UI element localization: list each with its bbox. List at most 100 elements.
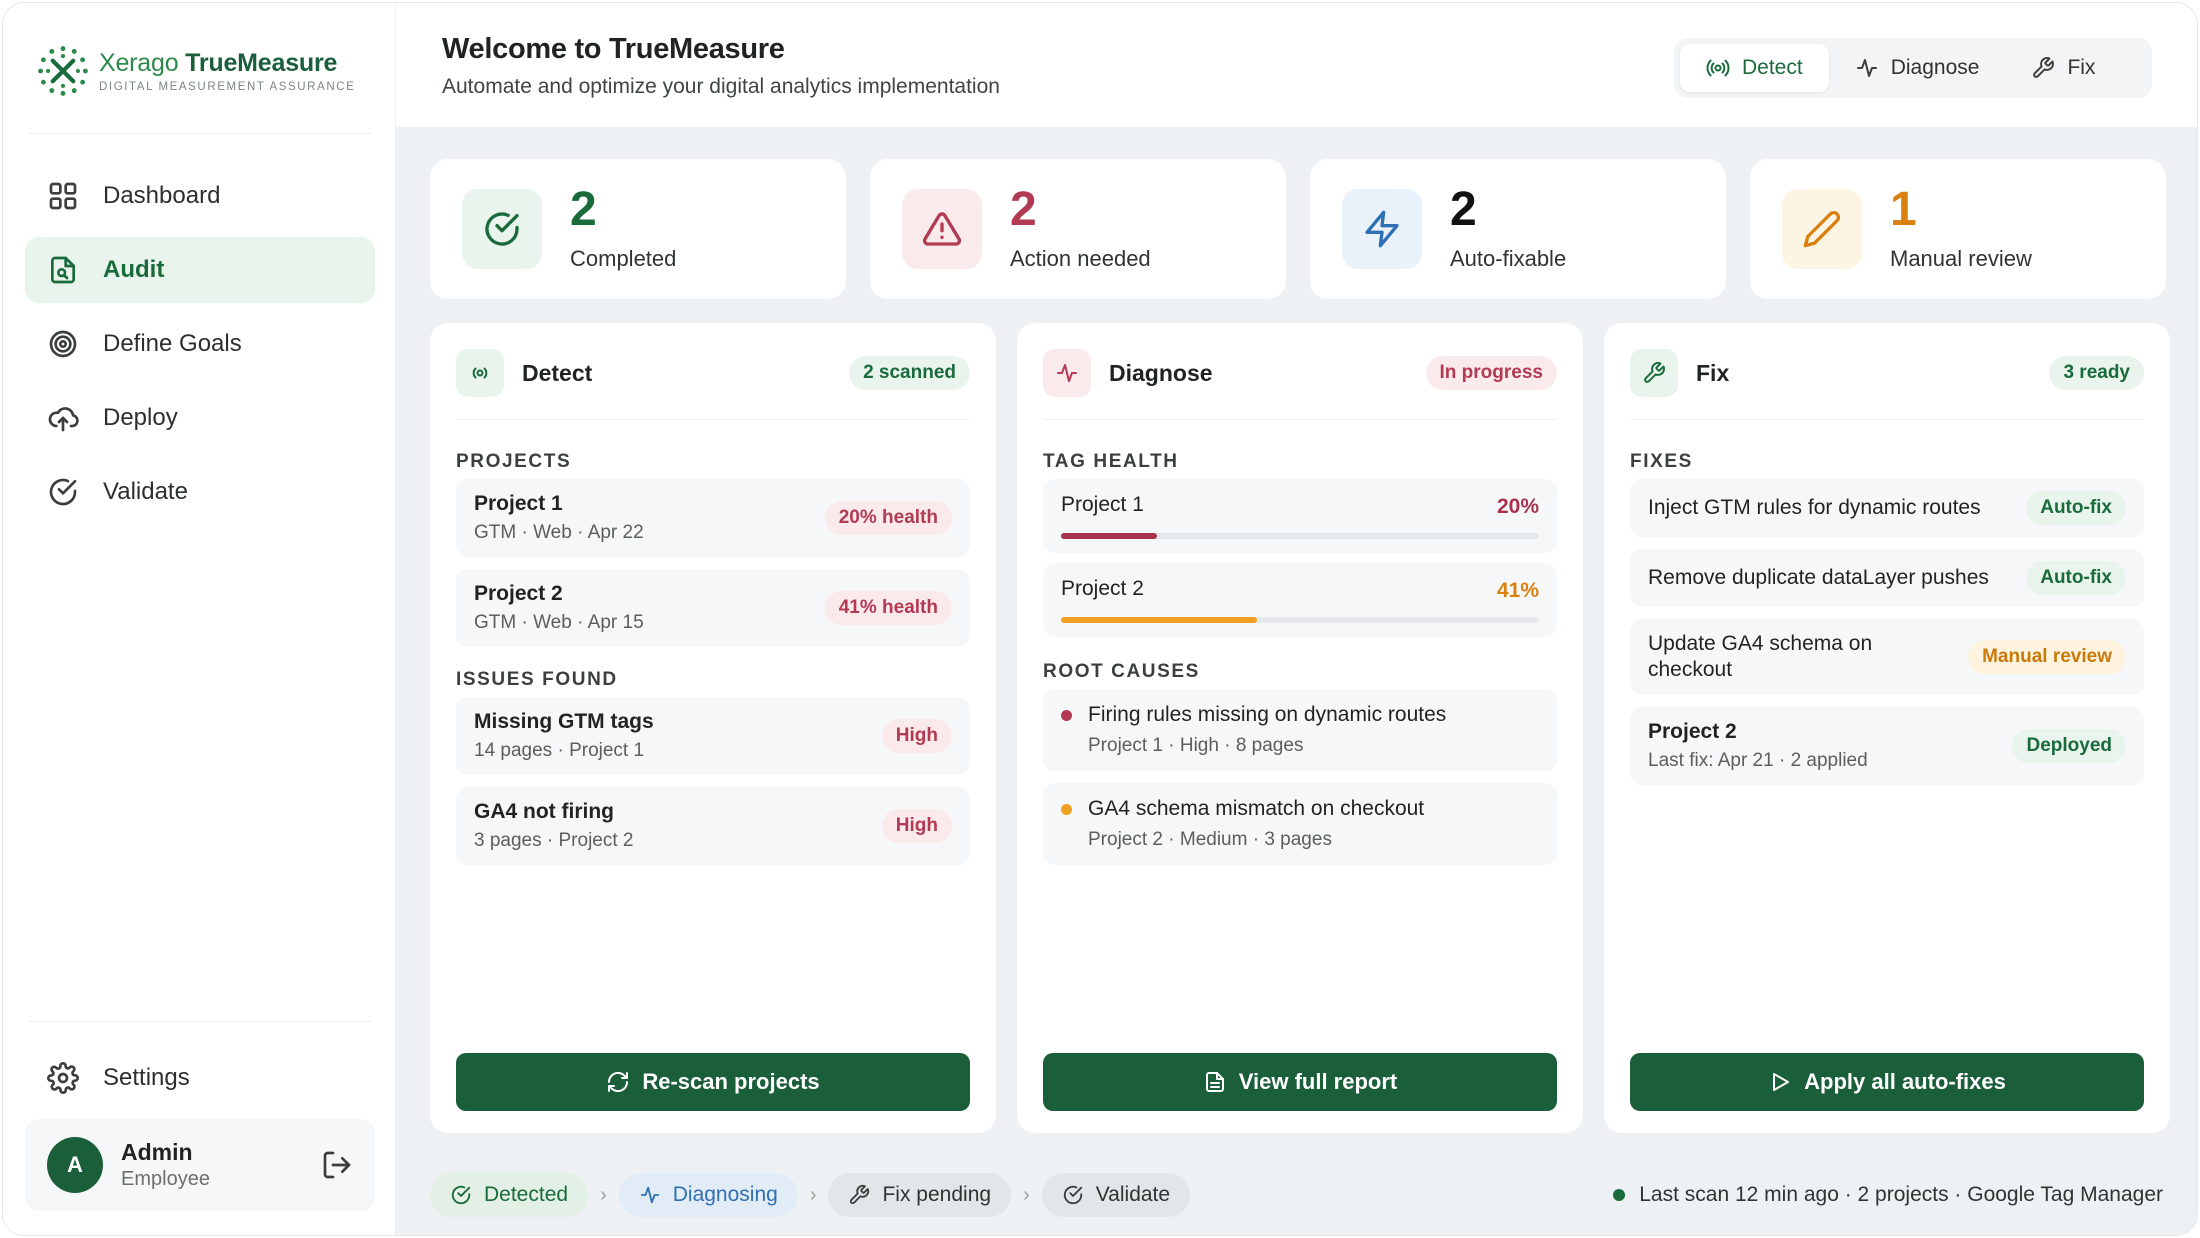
stat-value: 2 bbox=[1010, 183, 1037, 236]
sidebar-item-settings[interactable]: Settings bbox=[25, 1045, 375, 1111]
fix-type-badge: Deployed bbox=[2012, 729, 2126, 763]
section-heading: TAG HEALTH bbox=[1043, 451, 1179, 472]
project-name: Project 2 bbox=[1061, 577, 1144, 600]
logout-icon[interactable] bbox=[321, 1149, 353, 1181]
scan-status-text: Last scan 12 min ago · 2 projects · Goog… bbox=[1639, 1183, 2163, 1206]
sidebar-item-dashboard[interactable]: Dashboard bbox=[25, 163, 375, 229]
panel-icon-box bbox=[1630, 349, 1678, 397]
brand-name: Xerago TrueMeasure bbox=[99, 49, 338, 77]
step-label: Diagnosing bbox=[672, 1183, 778, 1206]
step-label: Validate bbox=[1095, 1183, 1171, 1206]
stat-card-action-needed: 2 Action needed bbox=[870, 159, 1286, 299]
check-circle-icon bbox=[49, 478, 77, 506]
stat-icon-box bbox=[902, 189, 982, 269]
issue-card[interactable]: GA4 not firing 3 pages · Project 2 High bbox=[456, 787, 970, 865]
lightning-icon bbox=[1365, 210, 1399, 248]
sidebar-item-label: Deploy bbox=[103, 404, 178, 431]
button-label: Re-scan projects bbox=[642, 1069, 820, 1094]
file-search-icon bbox=[51, 256, 75, 284]
status-badge: In progress bbox=[1425, 356, 1557, 390]
brand-logo-block[interactable]: Xerago TrueMeasure DIGITAL MEASUREMENT A… bbox=[35, 41, 355, 101]
tab-label: Diagnose bbox=[1890, 56, 1980, 79]
root-cause-card[interactable]: Firing rules missing on dynamic routes P… bbox=[1043, 689, 1557, 771]
user-name: Admin bbox=[121, 1139, 193, 1165]
activity-icon bbox=[640, 1186, 659, 1204]
health-percent: 41% bbox=[1496, 579, 1539, 602]
project-card[interactable]: Project 1 GTM · Web · Apr 22 20% health bbox=[456, 479, 970, 557]
rescan-projects-button[interactable]: Re-scan projects bbox=[456, 1053, 970, 1111]
check-circle-icon bbox=[451, 1185, 471, 1205]
wrench-icon bbox=[850, 1184, 870, 1205]
health-bar-fill bbox=[1061, 617, 1257, 623]
status-badge: 3 ready bbox=[2049, 356, 2144, 390]
sidebar-item-validate[interactable]: Validate bbox=[25, 459, 375, 525]
play-icon bbox=[1773, 1073, 1790, 1091]
apply-all-auto-fixes-button[interactable]: Apply all auto-fixes bbox=[1630, 1053, 2144, 1111]
tag-health-card: Project 1 20% bbox=[1043, 479, 1557, 553]
root-cause-card[interactable]: GA4 schema mismatch on checkout Project … bbox=[1043, 783, 1557, 865]
tab-fix[interactable]: Fix bbox=[2005, 44, 2121, 92]
xerago-logo-icon bbox=[38, 46, 88, 96]
chevron-right-icon: › bbox=[1023, 1183, 1030, 1206]
panel-divider bbox=[1630, 419, 2144, 420]
fix-type-badge: Auto-fix bbox=[2026, 491, 2126, 525]
fix-card[interactable]: Remove duplicate dataLayer pushes Auto-f… bbox=[1630, 549, 2144, 607]
sidebar-item-label: Audit bbox=[103, 256, 165, 283]
gear-icon bbox=[47, 1062, 79, 1094]
stat-card-auto-fixable: 2 Auto-fixable bbox=[1310, 159, 1726, 299]
header: Welcome to TrueMeasure Automate and opti… bbox=[396, 3, 2197, 127]
health-bar-fill bbox=[1061, 533, 1157, 539]
fix-card[interactable]: Inject GTM rules for dynamic routes Auto… bbox=[1630, 479, 2144, 537]
panel-divider bbox=[1043, 419, 1557, 420]
project-name: Project 1 bbox=[1061, 493, 1144, 516]
cause-meta: Project 1 · High · 8 pages bbox=[1088, 735, 1304, 756]
health-badge: 41% health bbox=[824, 591, 952, 625]
project-card[interactable]: Project 2 GTM · Web · Apr 15 41% health bbox=[456, 569, 970, 647]
mode-switcher: Detect Diagnose Fix bbox=[1674, 38, 2152, 98]
chevron-right-icon: › bbox=[600, 1183, 607, 1206]
step-detected[interactable]: Detected bbox=[430, 1173, 589, 1217]
status-badge: 2 scanned bbox=[849, 356, 970, 390]
severity-dot bbox=[1061, 803, 1072, 815]
fix-card[interactable]: Update GA4 schema on checkout Manual rev… bbox=[1630, 619, 2144, 695]
step-fix-pending[interactable]: Fix pending bbox=[828, 1173, 1012, 1217]
diagnose-panel: Diagnose In progress TAG HEALTH Project … bbox=[1017, 323, 1583, 1133]
sidebar: Xerago TrueMeasure DIGITAL MEASUREMENT A… bbox=[3, 3, 396, 1235]
stat-icon-box bbox=[462, 189, 542, 269]
sidebar-item-deploy[interactable]: Deploy bbox=[25, 385, 375, 451]
tab-diagnose[interactable]: Diagnose bbox=[1829, 44, 2006, 92]
sidebar-item-label: Dashboard bbox=[103, 182, 221, 209]
fix-card[interactable]: Project 2 Last fix: Apr 21 · 2 applied D… bbox=[1630, 707, 2144, 785]
sidebar-divider bbox=[28, 1021, 372, 1022]
severity-badge: High bbox=[881, 809, 952, 843]
stat-label: Completed bbox=[570, 246, 677, 271]
stat-icon-box bbox=[1782, 189, 1862, 269]
grid-icon bbox=[49, 182, 77, 210]
tab-detect[interactable]: Detect bbox=[1680, 44, 1829, 92]
sidebar-item-audit[interactable]: Audit bbox=[25, 237, 375, 303]
cause-meta: Project 2 · Medium · 3 pages bbox=[1088, 829, 1332, 850]
scan-status: Last scan 12 min ago · 2 projects · Goog… bbox=[1613, 1183, 2163, 1207]
cloud-upload-icon bbox=[48, 407, 79, 432]
issue-card[interactable]: Missing GTM tags 14 pages · Project 1 Hi… bbox=[456, 697, 970, 775]
tab-label: Fix bbox=[2067, 56, 2096, 79]
section-heading: PROJECTS bbox=[456, 451, 572, 472]
step-validate[interactable]: Validate bbox=[1041, 1173, 1191, 1217]
panel-icon-box bbox=[1043, 349, 1091, 397]
stat-label: Auto-fixable bbox=[1450, 246, 1567, 271]
status-dot bbox=[1613, 1189, 1626, 1201]
panel-title: Fix bbox=[1696, 359, 1730, 386]
health-bar-track bbox=[1061, 533, 1539, 539]
check-circle-icon bbox=[1063, 1185, 1082, 1205]
panel-title: Diagnose bbox=[1109, 359, 1213, 386]
user-card: A Admin Employee bbox=[25, 1119, 375, 1211]
step-diagnosing[interactable]: Diagnosing bbox=[618, 1173, 798, 1217]
app-window: Xerago TrueMeasure DIGITAL MEASUREMENT A… bbox=[2, 2, 2198, 1236]
document-icon bbox=[1205, 1072, 1224, 1092]
sidebar-item-define-goals[interactable]: Define Goals bbox=[25, 311, 375, 377]
view-full-report-button[interactable]: View full report bbox=[1043, 1053, 1557, 1111]
avatar: A bbox=[47, 1137, 103, 1193]
wrench-icon bbox=[2033, 57, 2055, 78]
stat-icon-box bbox=[1342, 189, 1422, 269]
section-heading: ROOT CAUSES bbox=[1043, 661, 1200, 682]
